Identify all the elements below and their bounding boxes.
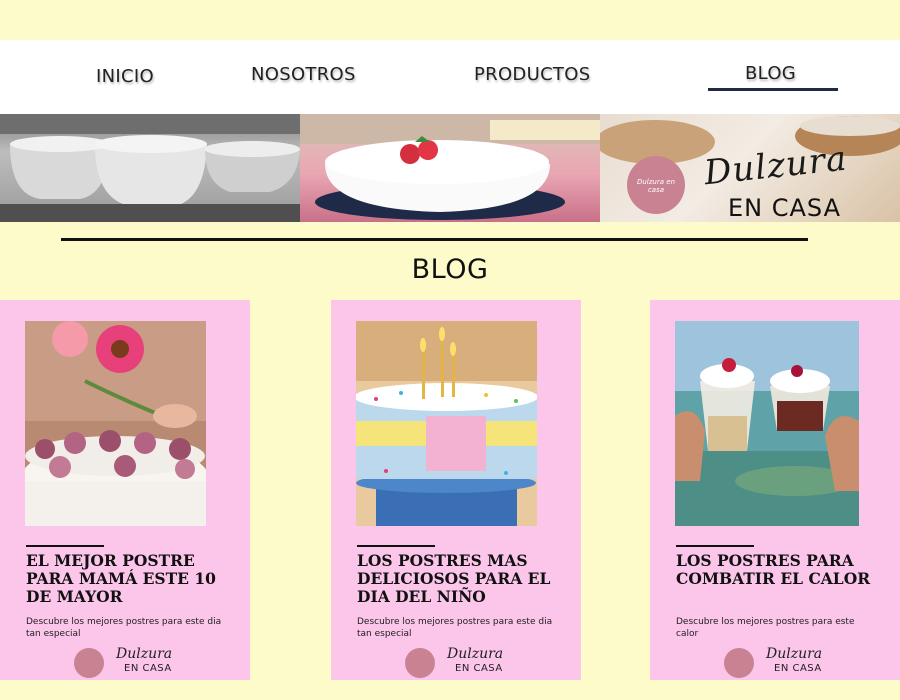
nav-item-nosotros[interactable]: NOSOTROS [251,64,356,85]
card-title[interactable]: EL MEJOR POSTRE PARA MAMÁ ESTE 10 DE MAY… [26,552,241,606]
card-logo: Dulzura EN CASA [74,646,184,678]
blog-card-1[interactable]: EL MEJOR POSTRE PARA MAMÁ ESTE 10 DE MAY… [0,300,250,680]
card-description: Descubre los mejores postres para este c… [676,617,855,639]
card-title[interactable]: LOS POSTRES MAS DELICIOSOS PARA EL DIA D… [357,552,572,606]
nav-item-productos[interactable]: PRODUCTOS [474,64,590,85]
card-rule [676,545,754,547]
card-rule [357,545,435,547]
nav-active-indicator [708,88,838,91]
logo-badge-icon [405,648,435,678]
logo-script: Dulzura [447,646,504,662]
banner-image-cake [300,114,600,222]
logo-subtitle: EN CASA [774,663,822,674]
section-divider [61,238,808,241]
nav-item-blog[interactable]: BLOG [745,63,796,84]
section-title: BLOG [411,254,489,285]
logo-subtitle: EN CASA [455,663,503,674]
logo-subtitle: EN CASA [124,663,172,674]
top-nav: INICIO NOSOTROS PRODUCTOS BLOG [0,40,900,114]
logo-badge-icon [724,648,754,678]
card-title[interactable]: LOS POSTRES PARA COMBATIR EL CALOR [676,552,891,588]
brand-subtitle: EN CASA [728,194,842,222]
card-logo: Dulzura EN CASA [405,646,515,678]
nav-item-inicio[interactable]: INICIO [96,66,154,87]
logo-badge-icon [74,648,104,678]
banner-image-cups [0,114,300,222]
card-photo-beach-desserts[interactable] [675,321,859,526]
blog-card-3[interactable]: LOS POSTRES PARA COMBATIR EL CALOR Descu… [650,300,900,680]
blog-card-2[interactable]: LOS POSTRES MAS DELICIOSOS PARA EL DIA D… [331,300,581,680]
card-photo-birthday-cake[interactable] [356,321,537,526]
logo-script: Dulzura [766,646,823,662]
logo-script: Dulzura [116,646,173,662]
card-description: Descubre los mejores postres para este d… [357,617,553,639]
card-rule [26,545,104,547]
brand-badge-text: Dulzura en casa [636,178,676,194]
card-logo: Dulzura EN CASA [724,646,834,678]
card-description: Descubre los mejores postres para este d… [26,617,222,639]
card-photo-cake-flowers[interactable] [25,321,206,526]
